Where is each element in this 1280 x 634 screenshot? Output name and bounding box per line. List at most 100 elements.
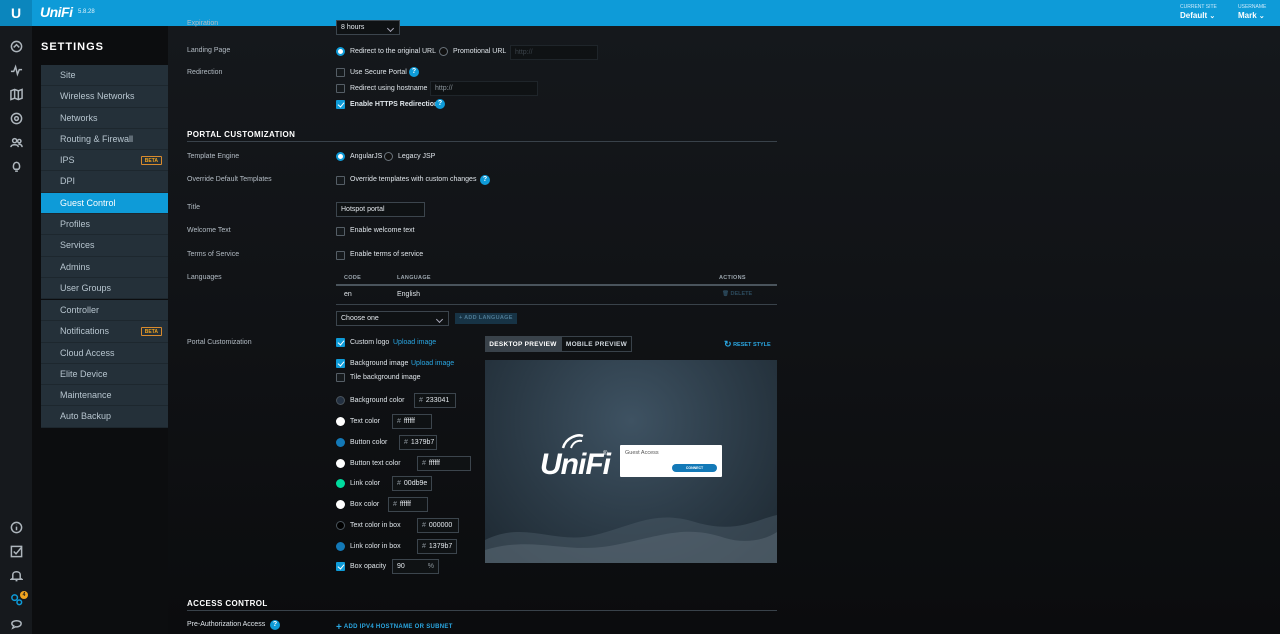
color-swatch[interactable] — [336, 396, 345, 405]
th-language: LANGUAGE — [397, 275, 431, 281]
help-icon[interactable]: ? — [409, 67, 419, 77]
landing-promotional-label: Promotional URL — [453, 48, 507, 55]
upload-logo-link[interactable]: Upload image — [393, 339, 436, 346]
sidebar-item-wireless-networks[interactable]: Wireless Networks — [41, 86, 168, 108]
expiration-label: Expiration — [187, 20, 219, 27]
sidebar-item-ips[interactable]: IPS BETA — [41, 150, 168, 172]
statistics-icon[interactable] — [9, 63, 23, 77]
color-swatch[interactable] — [336, 438, 345, 447]
color-hex-input[interactable]: #00db9e — [392, 476, 432, 491]
upload-background-link[interactable]: Upload image — [411, 360, 454, 367]
tos-checkbox[interactable] — [336, 251, 345, 260]
color-swatch[interactable] — [336, 459, 345, 468]
tasks-icon[interactable] — [9, 544, 23, 558]
https-redirection-checkbox[interactable] — [336, 100, 345, 109]
settings-icon[interactable] — [9, 592, 23, 606]
user-menu[interactable]: USERNAME Mark ⌄ — [1238, 4, 1266, 20]
color-hex-input[interactable]: #1379b7 — [417, 539, 457, 554]
sidebar-item-label: Cloud Access — [60, 347, 115, 358]
add-language-button[interactable]: + ADD LANGUAGE — [455, 313, 517, 324]
landing-original-radio[interactable] — [336, 47, 345, 56]
box-opacity-label: Box opacity — [350, 563, 387, 570]
box-opacity-checkbox[interactable] — [336, 562, 345, 571]
sidebar-item-controller[interactable]: Controller — [41, 300, 168, 322]
expiration-select[interactable]: 8 hours — [336, 20, 400, 35]
title-input[interactable]: Hotspot portal — [336, 202, 425, 217]
chat-icon[interactable] — [9, 616, 23, 630]
chevron-down-icon — [435, 315, 444, 324]
sidebar-item-label: Maintenance — [60, 390, 112, 401]
clients-icon[interactable] — [9, 135, 23, 149]
color-hex-input[interactable]: # ffffff — [388, 497, 428, 512]
delete-language-button[interactable]: 🗑 DELETE — [722, 291, 752, 297]
help-icon[interactable]: ? — [480, 175, 490, 185]
color-hex-value: 1379b7 — [410, 439, 435, 446]
hash-prefix: # — [422, 543, 426, 550]
color-hex-input[interactable]: #1379b7 — [399, 435, 437, 450]
ubiquiti-logo[interactable]: U — [0, 0, 32, 26]
th-code: CODE — [344, 275, 362, 281]
welcome-text-option: Enable welcome text — [350, 227, 415, 234]
help-icon[interactable]: ? — [435, 99, 445, 109]
sidebar-item-networks[interactable]: Networks — [41, 108, 168, 129]
override-templates-checkbox[interactable] — [336, 176, 345, 185]
tab-desktop-preview[interactable]: DESKTOP PREVIEW — [485, 336, 561, 352]
language-select[interactable]: Choose one — [336, 311, 449, 326]
section-divider — [187, 610, 777, 611]
sidebar-item-dpi[interactable]: DPI — [41, 171, 168, 193]
sidebar-item-maintenance[interactable]: Maintenance — [41, 385, 168, 407]
map-icon[interactable] — [9, 87, 23, 101]
custom-logo-checkbox[interactable] — [336, 338, 345, 347]
hostname-input[interactable]: http:// — [430, 81, 538, 96]
sidebar-item-elite-device[interactable]: Elite Device — [41, 364, 168, 386]
color-hex-input[interactable]: # ffffff — [417, 456, 471, 471]
insights-icon[interactable] — [9, 159, 23, 173]
site-selector[interactable]: CURRENT SITE Default ⌄ — [1180, 4, 1217, 20]
color-swatch[interactable] — [336, 417, 345, 426]
settings-nav-site: Site Wireless Networks Networks Routing & F… — [41, 65, 177, 300]
color-swatch[interactable] — [336, 542, 345, 551]
pre-auth-label: Pre-Authorization Access — [187, 621, 266, 628]
sidebar-item-guest-control[interactable]: Guest Control — [41, 192, 177, 216]
color-hex-input[interactable]: #000000 — [417, 518, 459, 533]
sidebar-item-auto-backup[interactable]: Auto Backup — [41, 406, 168, 428]
sidebar-item-services[interactable]: Services — [41, 235, 168, 257]
add-ipv4-button[interactable]: + ADD IPV4 HOSTNAME OR SUBNET — [336, 622, 453, 633]
color-hex-input[interactable]: #233041 — [414, 393, 456, 408]
sidebar-item-label: Networks — [60, 112, 98, 123]
help-icon[interactable]: ? — [270, 620, 280, 630]
color-hex-input[interactable]: # ffffff — [392, 414, 432, 429]
promotional-url-input[interactable]: http:// — [510, 45, 598, 60]
sidebar-item-user-groups[interactable]: User Groups — [41, 278, 168, 300]
template-legacy-radio[interactable] — [384, 152, 393, 161]
sidebar-item-cloud-access[interactable]: Cloud Access — [41, 343, 168, 364]
template-angular-radio[interactable] — [336, 152, 345, 161]
background-image-checkbox[interactable] — [336, 359, 345, 368]
sidebar-item-routing-firewall[interactable]: Routing & Firewall — [41, 129, 168, 151]
sidebar-item-notifications[interactable]: Notifications BETA — [41, 321, 168, 343]
welcome-text-checkbox[interactable] — [336, 227, 345, 236]
sidebar-item-site[interactable]: Site — [41, 65, 168, 87]
sidebar-item-profiles[interactable]: Profiles — [41, 214, 168, 236]
secure-portal-checkbox[interactable] — [336, 68, 345, 77]
preview-box-text: Guest Access — [625, 450, 659, 456]
template-engine-label: Template Engine — [187, 153, 240, 160]
reset-style-button[interactable]: ↻ RESET STYLE — [724, 339, 771, 350]
devices-icon[interactable] — [9, 111, 23, 125]
redirect-hostname-checkbox[interactable] — [336, 84, 345, 93]
tab-mobile-preview[interactable]: MOBILE PREVIEW — [561, 336, 632, 352]
info-icon[interactable] — [9, 520, 23, 534]
tile-background-label: Tile background image — [350, 374, 421, 381]
color-swatch[interactable] — [336, 479, 345, 488]
tile-background-checkbox[interactable] — [336, 373, 345, 382]
dashboard-icon[interactable] — [9, 39, 23, 53]
bell-icon[interactable] — [9, 568, 23, 582]
color-swatch[interactable] — [336, 521, 345, 530]
color-hex-value: ffffff — [403, 418, 415, 425]
landing-promotional-radio[interactable] — [439, 47, 448, 56]
box-opacity-input[interactable]: 90% — [392, 559, 439, 574]
color-swatch[interactable] — [336, 500, 345, 509]
sidebar-item-label: Auto Backup — [60, 411, 112, 422]
chevron-down-icon: ⌄ — [1209, 13, 1216, 20]
sidebar-item-admins[interactable]: Admins — [41, 257, 168, 278]
